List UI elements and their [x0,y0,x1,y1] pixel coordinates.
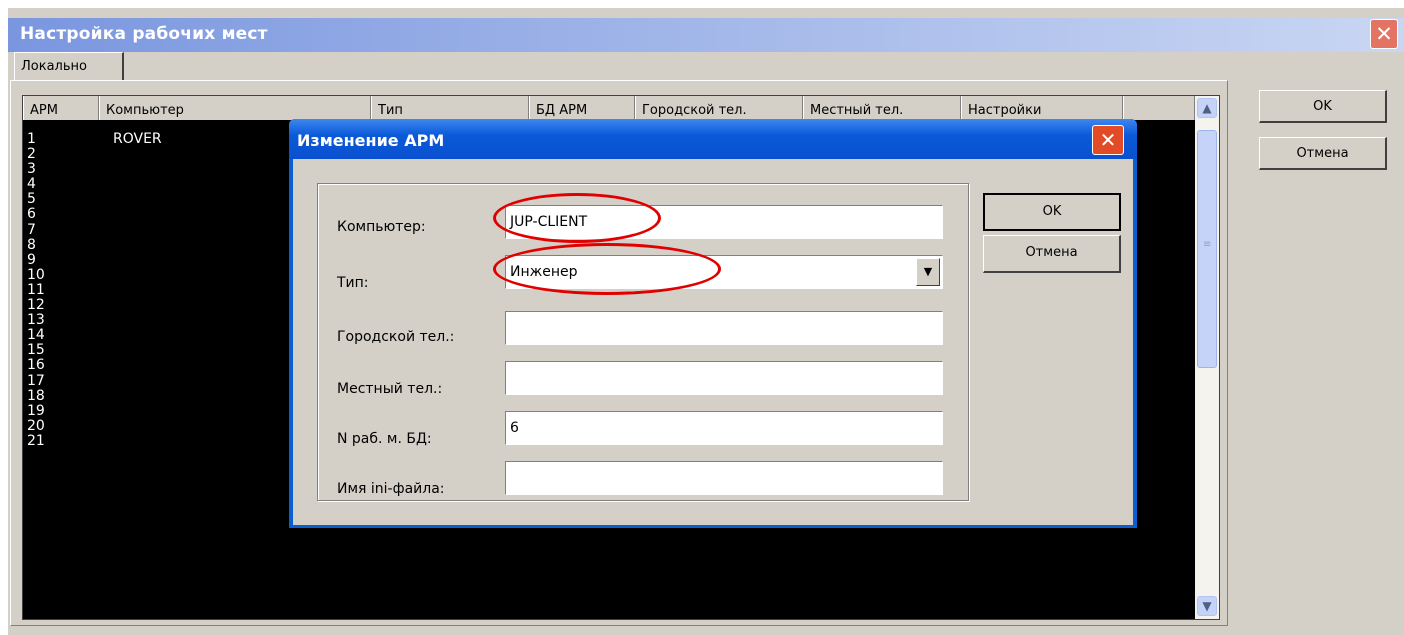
row-number: 20 [27,417,45,434]
annotation-ellipse-type [493,243,721,295]
local-phone-field[interactable] [505,361,943,395]
row-computer: ROVER [113,131,162,147]
arrow-up-icon[interactable]: ▲ [1197,98,1217,118]
dialog-ok-button[interactable]: OK [983,193,1121,231]
edit-arm-dialog: Изменение АРМ ✕ Компьютер: JUP-CLIENT Ти… [289,119,1137,528]
tab-local[interactable]: Локально [14,52,124,80]
dialog-title: Изменение АРМ [297,131,445,150]
column-header-city-phone[interactable]: Городской тел. [635,96,803,120]
column-header-computer[interactable]: Компьютер [99,96,371,120]
main-titlebar: Настройка рабочих мест ✕ [8,18,1404,52]
db-number-field[interactable]: 6 [505,411,943,445]
scrollbar-thumb[interactable]: ≡ [1197,130,1217,368]
column-header-settings[interactable]: Настройки [961,96,1123,120]
cancel-button[interactable]: Отмена [1259,137,1387,170]
row-number: 14 [27,327,45,344]
ok-button[interactable]: OK [1259,90,1387,123]
row-number: 18 [27,387,45,404]
row-number: 6 [27,206,36,223]
row-number: 17 [27,372,45,389]
row-number: 2 [27,146,36,163]
column-header-local-phone[interactable]: Местный тел. [803,96,961,120]
row-number: 3 [27,161,36,178]
computer-label: Компьютер: [337,219,426,235]
row-number: 11 [27,281,45,298]
row-number: 16 [27,357,45,374]
row-number: 1 [27,131,36,147]
column-header-db-arm[interactable]: БД АРМ [529,96,635,120]
annotation-ellipse-computer [493,193,661,243]
city-phone-label: Городской тел.: [337,329,455,345]
row-number: 10 [27,266,45,283]
column-header-blank [1123,96,1195,120]
row-number: 7 [27,221,36,238]
vertical-scrollbar[interactable]: ▲ ≡ ▼ [1195,96,1219,619]
city-phone-field[interactable] [505,311,943,345]
dialog-cancel-button[interactable]: Отмена [983,235,1121,273]
row-number: 15 [27,342,45,359]
dialog-titlebar: Изменение АРМ ✕ [289,119,1137,159]
local-phone-label: Местный тел.: [337,381,443,397]
db-number-label: N раб. м. БД: [337,431,432,447]
type-label: Тип: [337,275,369,291]
row-number: 12 [27,297,45,314]
list-header: АРМ Компьютер Тип БД АРМ Городской тел. … [23,96,1195,120]
row-number: 4 [27,176,36,193]
dialog-body: Компьютер: JUP-CLIENT Тип: Инженер ▼ Гор… [293,159,1133,525]
row-number: 5 [27,191,36,208]
column-header-arm[interactable]: АРМ [23,96,99,120]
row-number: 8 [27,236,36,253]
row-number: 9 [27,251,36,268]
row-number: 13 [27,312,45,329]
ini-file-field[interactable] [505,461,943,495]
row-number: 19 [27,402,45,419]
column-header-type[interactable]: Тип [371,96,529,120]
window-title: Настройка рабочих мест [20,24,268,44]
close-icon[interactable]: ✕ [1092,125,1124,155]
chevron-down-icon[interactable]: ▼ [916,258,940,286]
arrow-down-icon[interactable]: ▼ [1197,596,1217,616]
row-number: 21 [27,432,45,449]
close-icon[interactable]: ✕ [1370,19,1398,49]
ini-file-label: Имя ini-файла: [337,481,445,497]
grip-icon: ≡ [1203,239,1212,250]
